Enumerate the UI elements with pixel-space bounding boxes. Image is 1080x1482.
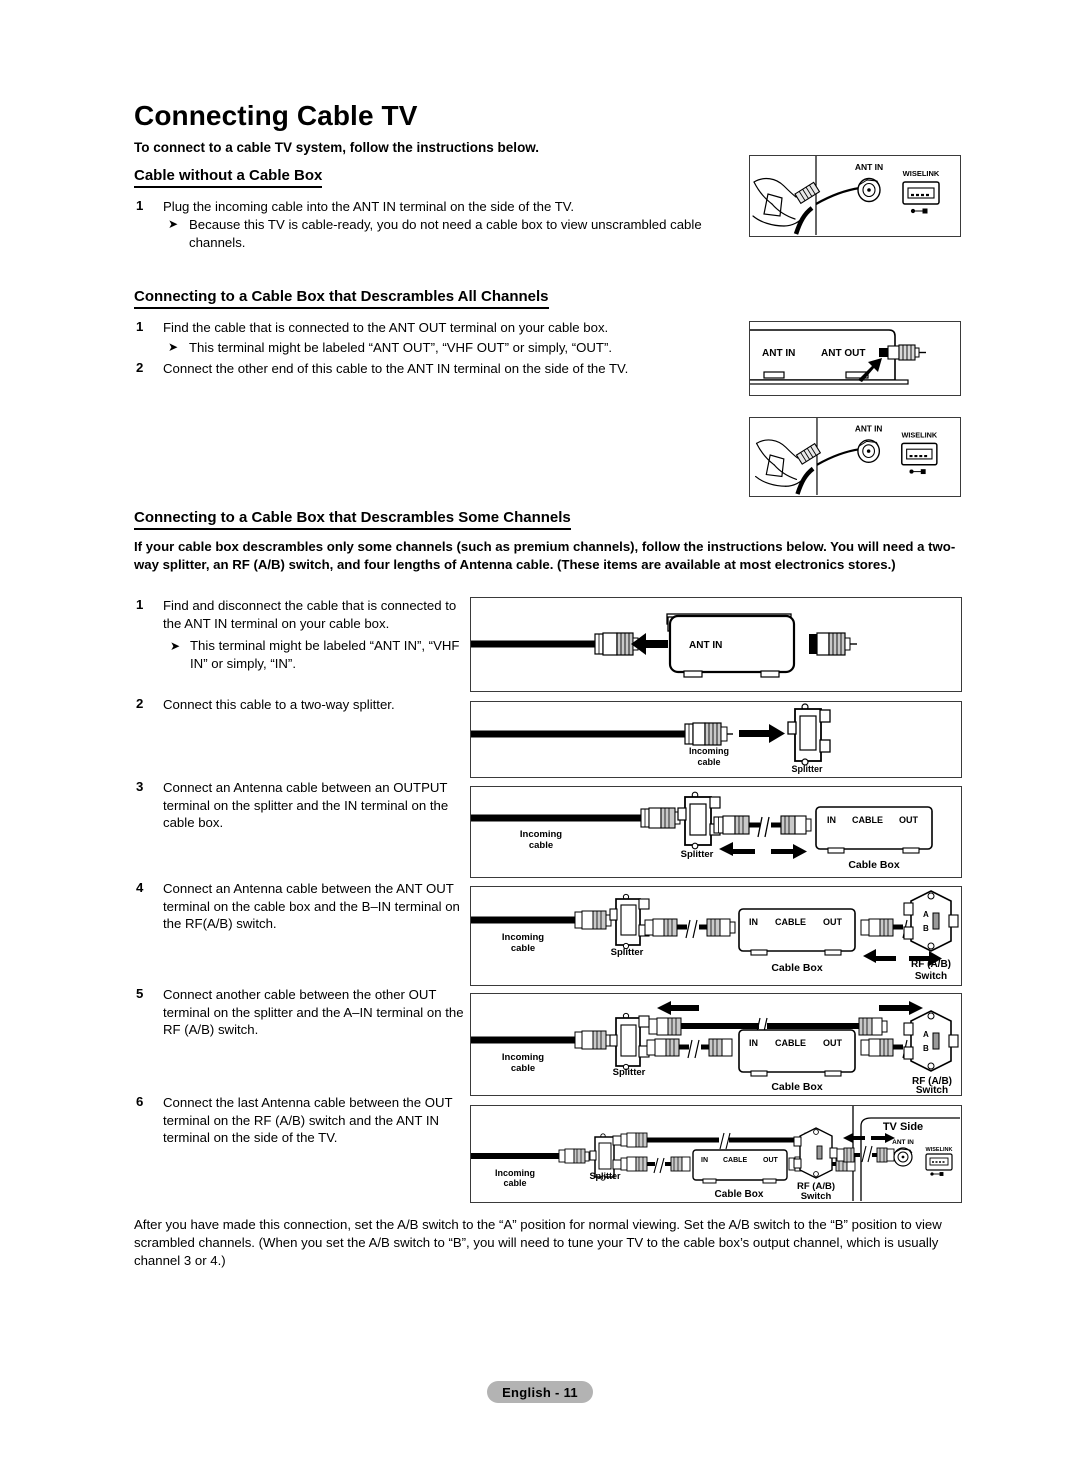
diagram-label-splitter: Splitter <box>611 947 644 958</box>
diagram-label-wiselink: WISELINK <box>926 1147 953 1153</box>
section-heading-cable-without-box: Cable without a Cable Box <box>134 167 323 188</box>
diagram-label-box-cable: CABLE <box>852 815 883 825</box>
arrow-bullet-icon: ➤ <box>170 639 181 653</box>
diagram-label-switch-b: B <box>923 1044 929 1053</box>
step-number: 1 <box>136 597 144 612</box>
step-text: Connect an Antenna cable between the ANT… <box>163 881 460 932</box>
step-text: Connect an Antenna cable between an OUTP… <box>163 780 449 831</box>
diagram-label-ant-in: ANT IN <box>892 1139 914 1146</box>
diagram-label-ant-in: ANT IN <box>855 162 883 172</box>
step-text: Plug the incoming cable into the ANT IN … <box>163 199 575 214</box>
diagram-label-incoming-cable-2: cable <box>503 1178 526 1188</box>
diagram-label-incoming-cable-1: Incoming <box>689 746 729 756</box>
note-text: Because this TV is cable-ready, you do n… <box>189 217 702 250</box>
step-number: 1 <box>136 319 144 334</box>
diagram-label-switch-a: A <box>923 1030 929 1039</box>
step-number: 6 <box>136 1094 144 1109</box>
diagram-step-6: TV Side Incoming cable Splitter IN CABLE… <box>470 1105 962 1203</box>
diagram-label-incoming-cable-1: Incoming <box>520 829 562 840</box>
step-text: Connect this cable to a two-way splitter… <box>163 697 395 712</box>
diagram-label-ant-in: ANT IN <box>689 640 722 651</box>
step-number: 2 <box>136 360 144 375</box>
step-text: Connect the last Antenna cable between t… <box>163 1095 453 1146</box>
diagram-label-incoming-cable-1: Incoming <box>502 932 544 943</box>
diagram-step-2: Incoming cable Splitter <box>470 701 962 778</box>
diagram-label-rf-switch-2: Switch <box>916 1085 948 1094</box>
closing-paragraph: After you have made this connection, set… <box>134 1217 942 1269</box>
diagram-label-rf-switch-1: RF (A/B) <box>911 959 951 970</box>
arrow-bullet-icon: ➤ <box>168 217 179 231</box>
diagram-label-box-cable: CABLE <box>775 917 806 927</box>
page-number-badge: English - 11 <box>487 1381 593 1403</box>
diagram-tv-side-panel-2: ANT IN WISELINK <box>749 417 961 497</box>
manual-page: Connecting Cable TV To connect to a cabl… <box>0 0 1080 1482</box>
section-intro-paragraph: If your cable box descrambles only some … <box>134 539 956 573</box>
diagram-label-incoming-cable-2: cable <box>529 840 553 851</box>
diagram-label-ant-in: ANT IN <box>855 425 883 434</box>
diagram-label-box-out: OUT <box>899 815 919 825</box>
diagram-label-box-cable: CABLE <box>775 1038 806 1048</box>
diagram-label-cable-box: Cable Box <box>715 1189 764 1200</box>
step-text: Find the cable that is connected to the … <box>163 320 609 335</box>
diagram-label-incoming-cable-2: cable <box>511 1063 535 1074</box>
diagram-label-cable-box: Cable Box <box>848 859 900 871</box>
diagram-label-switch-a: A <box>923 910 929 919</box>
diagram-label-rf-switch-2: Switch <box>915 971 947 982</box>
diagram-step-4: Incoming cable Splitter IN CABLE OUT Cab… <box>470 886 962 986</box>
diagram-cable-box-rear: ANT IN ANT OUT <box>749 321 961 396</box>
step-number: 1 <box>136 198 144 213</box>
step-text: Find and disconnect the cable that is co… <box>163 598 457 631</box>
diagram-step-1: ANT IN <box>470 597 962 692</box>
diagram-step-3: Incoming cable Splitter IN CABLE OUT Cab… <box>470 786 962 878</box>
diagram-label-ant-in: ANT IN <box>762 348 795 359</box>
diagram-label-box-in: IN <box>701 1157 708 1164</box>
step-number: 4 <box>136 880 144 895</box>
step-number: 3 <box>136 779 144 794</box>
diagram-label-box-cable: CABLE <box>723 1157 747 1164</box>
diagram-label-incoming-cable-1: Incoming <box>502 1052 544 1063</box>
diagram-label-splitter: Splitter <box>613 1067 646 1078</box>
diagram-label-box-in: IN <box>749 1038 758 1048</box>
step-number: 2 <box>136 696 144 711</box>
step-text: Connect the other end of this cable to t… <box>163 361 629 376</box>
diagram-label-box-out: OUT <box>763 1157 779 1164</box>
diagram-label-ant-out: ANT OUT <box>821 348 865 359</box>
page-number-label: English - 11 <box>502 1384 578 1400</box>
diagram-label-tv-side: TV Side <box>883 1121 923 1133</box>
diagram-label-box-out: OUT <box>823 1038 843 1048</box>
diagram-label-splitter: Splitter <box>791 764 823 774</box>
diagram-label-box-out: OUT <box>823 917 843 927</box>
diagram-step-5: Incoming cable Splitter IN CABLE OUT Cab… <box>470 993 962 1096</box>
diagram-label-box-in: IN <box>827 815 836 825</box>
diagram-tv-side-panel-1: ANT IN WISELINK <box>749 155 961 237</box>
diagram-label-wiselink: WISELINK <box>903 169 940 178</box>
note-text: This terminal might be labeled “ANT IN”,… <box>190 638 460 671</box>
diagram-label-incoming-cable-2: cable <box>697 757 720 767</box>
diagram-label-switch-b: B <box>923 924 929 933</box>
diagram-label-cable-box: Cable Box <box>771 962 823 974</box>
diagram-label-incoming-cable-1: Incoming <box>495 1168 535 1178</box>
step-number: 5 <box>136 986 144 1001</box>
arrow-bullet-icon: ➤ <box>168 340 179 354</box>
diagram-label-wiselink: WISELINK <box>901 430 937 439</box>
section-heading-descrambles-all: Connecting to a Cable Box that Descrambl… <box>134 288 549 309</box>
diagram-label-cable-box: Cable Box <box>771 1081 823 1093</box>
section-heading-descrambles-some: Connecting to a Cable Box that Descrambl… <box>134 509 571 530</box>
note-text: This terminal might be labeled “ANT OUT”… <box>189 340 613 355</box>
step-text: Connect another cable between the other … <box>163 987 464 1038</box>
diagram-label-box-in: IN <box>749 917 758 927</box>
diagram-label-splitter: Splitter <box>589 1171 621 1181</box>
diagram-label-incoming-cable-2: cable <box>511 943 535 954</box>
diagram-label-splitter: Splitter <box>681 849 714 860</box>
diagram-label-rf-switch-2: Switch <box>801 1191 832 1201</box>
intro-text: To connect to a cable TV system, follow … <box>134 140 540 155</box>
page-title: Connecting Cable TV <box>134 100 418 131</box>
